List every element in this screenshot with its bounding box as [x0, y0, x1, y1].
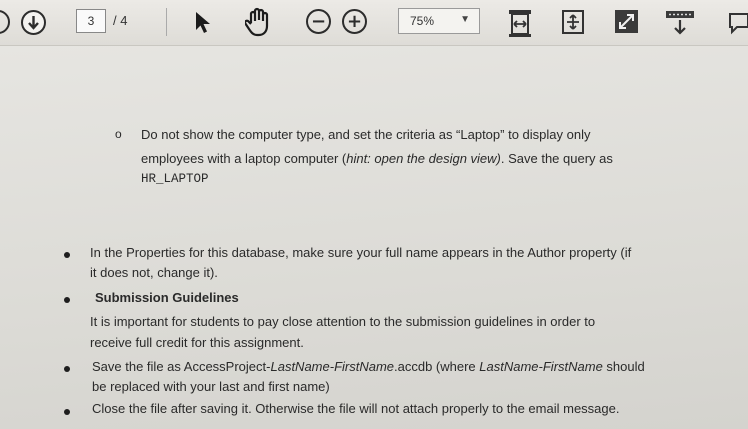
bullet-marker — [64, 409, 70, 415]
bullet-2-body-1: It is important for students to pay clos… — [90, 314, 596, 329]
scroll-down-icon[interactable] — [21, 10, 46, 35]
submission-guidelines-heading: Submission Guidelines — [95, 288, 239, 307]
page-total-label: / 4 — [113, 13, 128, 28]
zoom-out-icon[interactable]: − — [306, 9, 331, 34]
hand-tool-icon[interactable] — [243, 7, 273, 42]
zoom-in-icon[interactable]: + — [342, 9, 367, 34]
text: should — [602, 359, 645, 374]
heading-text: Submission Guidelines — [95, 290, 239, 305]
chevron-down-icon: ▼ — [460, 14, 470, 25]
fullscreen-icon[interactable] — [614, 9, 639, 39]
bullet-3-line-2: be replaced with your last and first nam… — [92, 379, 330, 394]
bullet-4-line-1: Close the file after saving it. Otherwis… — [92, 401, 620, 416]
zoom-value: 75% — [410, 14, 435, 28]
bullet-1-line-1: In the Properties for this database, mak… — [90, 245, 632, 260]
italic-text: LastName-FirstName — [270, 359, 395, 374]
bullet-3-line-1: Save the file as AccessProject-LastName-… — [92, 357, 645, 376]
text: Save the file as AccessProject- — [92, 359, 271, 374]
sub-bullet-marker: o — [115, 127, 122, 141]
comment-icon[interactable] — [727, 11, 748, 40]
zoom-select[interactable]: 75% ▼ — [398, 8, 480, 34]
sub-item-line-2-text: employees with a laptop computer ( — [141, 151, 347, 166]
sub-item-line-1: Do not show the computer type, and set t… — [141, 127, 591, 142]
italic-text: LastName-FirstName — [479, 359, 603, 374]
pdf-toolbar: 3 / 4 − + 75% ▼ — [0, 0, 748, 46]
bullet-marker — [64, 366, 70, 372]
bullet-marker — [64, 252, 70, 258]
select-tool-icon[interactable] — [194, 11, 212, 40]
document-page: o Do not show the computer type, and set… — [0, 46, 748, 429]
bullet-1-line-2: it does not, change it). — [90, 265, 218, 280]
bullet-marker — [64, 297, 70, 303]
text: .accdb (where — [394, 359, 480, 374]
sub-item-line-2: employees with a laptop computer (hint: … — [141, 149, 613, 168]
toolbar-separator — [166, 8, 167, 36]
bullet-2-body-2: receive full credit for this assignment. — [90, 335, 304, 350]
query-name: HR_LAPTOP — [141, 172, 209, 186]
read-mode-icon[interactable] — [665, 10, 695, 41]
sub-item-line-2-end: . Save the query as — [500, 151, 613, 166]
fit-width-icon[interactable] — [507, 8, 533, 43]
fit-page-icon[interactable] — [561, 9, 585, 40]
scroll-up-icon[interactable] — [0, 10, 10, 34]
hint-text: hint: open the design view) — [346, 151, 501, 166]
page-number-input[interactable]: 3 — [76, 9, 106, 33]
